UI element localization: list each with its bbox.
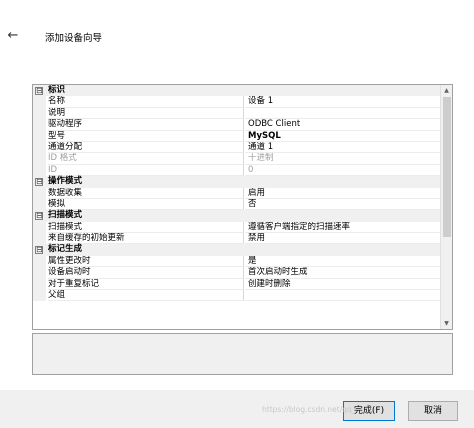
row-gutter [33, 290, 46, 302]
row-gutter [33, 130, 46, 142]
collapse-icon[interactable]: ⊟ [35, 212, 43, 221]
property-name: 属性更改时 [48, 255, 244, 268]
property-row[interactable]: 通道分配 通道 1 [33, 141, 442, 154]
wizard-footer: 完成(F) 取消 [0, 390, 474, 428]
property-value[interactable]: 首次启动时生成 [245, 267, 442, 279]
property-name: 来自缓存的初始更新 [48, 233, 244, 245]
cancel-button[interactable]: 取消 [408, 401, 458, 421]
row-gutter [33, 96, 46, 108]
row-gutter [33, 278, 46, 291]
property-value[interactable]: 禁用 [245, 233, 442, 245]
scroll-thumb[interactable] [443, 97, 451, 237]
property-name: 对于重复标记 [48, 278, 244, 291]
property-value: 0 [245, 165, 442, 177]
collapse-icon[interactable]: ⊟ [35, 246, 43, 255]
scroll-up-icon[interactable]: ▲ [441, 85, 452, 96]
property-value[interactable]: ODBC Client [245, 119, 442, 131]
collapse-icon[interactable]: ⊟ [35, 87, 43, 95]
property-value[interactable] [245, 290, 442, 302]
property-value[interactable]: 通道 1 [245, 142, 442, 154]
category-label: 标记生成 [48, 244, 83, 255]
category-row[interactable]: ⊟ 操作模式 [33, 176, 442, 188]
property-row[interactable]: 设备启动时 首次启动时生成 [33, 267, 442, 279]
property-name: 说明 [48, 107, 244, 120]
property-row[interactable]: 名称 设备 1 [33, 96, 442, 108]
row-gutter [33, 233, 46, 245]
property-name: ID [48, 164, 244, 177]
collapse-icon[interactable]: ⊟ [35, 178, 43, 187]
property-value[interactable]: 遵循客户端指定的扫描速率 [245, 222, 442, 234]
watermark-text: https://blog.csdn.net/qq_ [262, 405, 356, 414]
property-name: 父组 [48, 290, 244, 302]
row-gutter [33, 187, 46, 199]
property-row[interactable]: 驱动程序 ODBC Client [33, 119, 442, 131]
property-row[interactable]: 来自缓存的初始更新 禁用 [33, 233, 442, 245]
category-label: 操作模式 [48, 176, 83, 187]
property-name: 型号 [48, 130, 244, 142]
property-name: 名称 [48, 96, 244, 108]
property-grid[interactable]: ⊟ 标识 名称 设备 1 说明 驱动程序 ODBC Client 型号 MySQL 通道分配 通道 … [32, 84, 453, 330]
row-gutter [33, 221, 46, 234]
row-gutter [33, 107, 46, 120]
category-label: 标识 [48, 85, 66, 95]
scroll-down-icon[interactable]: ▼ [441, 318, 452, 329]
property-row[interactable]: 模拟否 [33, 198, 442, 211]
property-value: 十进制 [245, 153, 442, 165]
row-gutter [33, 267, 46, 279]
property-row[interactable]: 说明 [33, 107, 442, 120]
property-row[interactable]: 扫描模式 遵循客户端指定的扫描速率 [33, 221, 442, 234]
property-name: 模拟 [48, 198, 244, 211]
property-value[interactable]: 是 [245, 256, 442, 268]
property-name: 扫描模式 [48, 221, 244, 234]
page-title: 添加设备向导 [45, 33, 103, 44]
category-row[interactable]: ⊟ 标识 [33, 85, 442, 97]
wizard-header: ← 添加设备向导 [0, 0, 474, 70]
category-row[interactable]: ⊟ 标记生成 [33, 244, 442, 256]
property-value[interactable]: 启用 [245, 188, 442, 199]
vertical-scrollbar[interactable]: ▲ ▼ [440, 85, 452, 329]
property-value[interactable]: 设备 1 [245, 96, 442, 108]
row-gutter [33, 153, 46, 165]
property-row[interactable]: ID 格式 十进制 [33, 153, 442, 165]
property-name: ID 格式 [48, 153, 244, 165]
property-rows: ⊟ 标识 名称 设备 1 说明 驱动程序 ODBC Client 型号 MySQL 通道分配 通道 … [33, 85, 442, 302]
property-value[interactable] [245, 108, 442, 120]
property-row[interactable]: 对于重复标记 创建时删除 [33, 278, 442, 291]
property-row[interactable]: 数据收集 启用 [33, 187, 442, 199]
property-name: 驱动程序 [48, 119, 244, 131]
property-row[interactable]: 父组 [33, 290, 442, 302]
row-gutter [33, 255, 46, 268]
property-name: 设备启动时 [48, 267, 244, 279]
property-name: 数据收集 [48, 187, 244, 199]
row-gutter [33, 119, 46, 131]
property-value[interactable]: 否 [245, 199, 442, 211]
category-row[interactable]: ⊟ 扫描模式 [33, 210, 442, 222]
property-value[interactable]: MySQL [245, 131, 442, 142]
back-arrow-icon[interactable]: ← [4, 28, 22, 44]
property-name: 通道分配 [48, 141, 244, 154]
row-gutter [33, 198, 46, 211]
property-row[interactable]: 型号 MySQL [33, 130, 442, 142]
property-row[interactable]: 属性更改时是 [33, 255, 442, 268]
description-panel [32, 333, 453, 375]
property-value[interactable]: 创建时删除 [245, 279, 442, 291]
property-row[interactable]: ID 0 [33, 164, 442, 177]
category-label: 扫描模式 [48, 210, 83, 221]
row-gutter [33, 141, 46, 154]
row-gutter [33, 164, 46, 177]
